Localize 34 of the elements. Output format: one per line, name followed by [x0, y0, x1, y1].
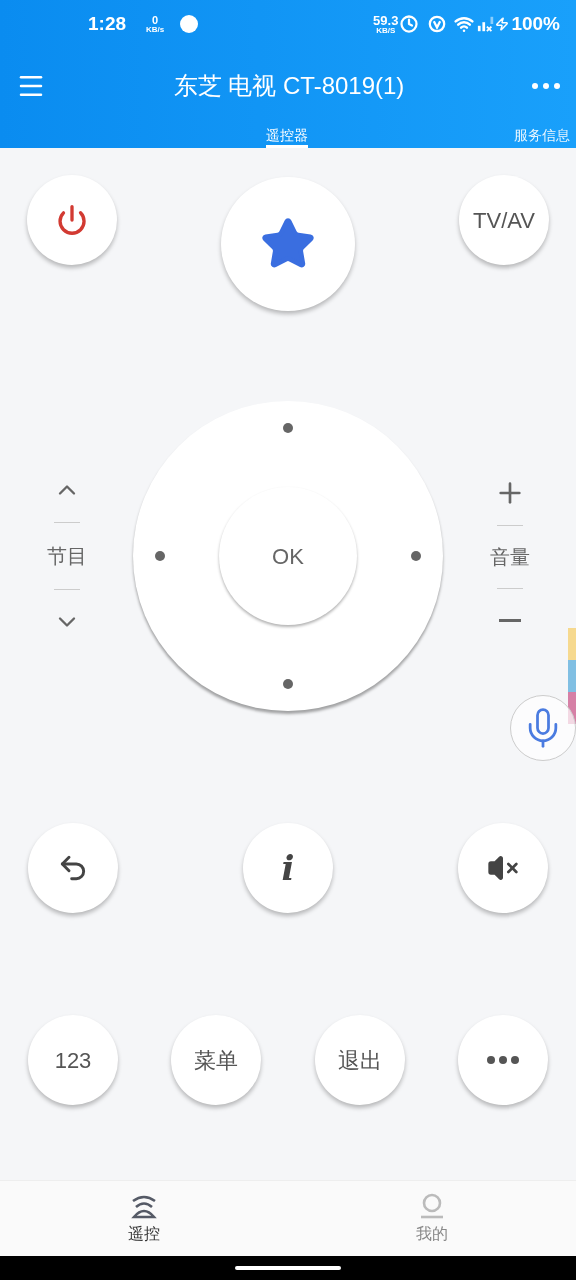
network-speed: 59.3: [373, 13, 399, 27]
remote-button[interactable]: 123: [28, 1015, 118, 1105]
nav-tab[interactable]: 我的: [288, 1181, 576, 1256]
direction-pad[interactable]: OK: [133, 401, 443, 711]
channel-label: 节目: [46, 544, 87, 569]
more-options-button[interactable]: [532, 83, 560, 89]
info-button[interactable]: i: [243, 823, 333, 913]
vpn-icon: [428, 15, 447, 33]
speed-unit: KB/s: [146, 25, 165, 34]
power-icon: [56, 204, 88, 236]
device-title: 东芝 电视 CT-8019(1): [172, 71, 406, 101]
status-time: 1:28: [88, 11, 127, 36]
more-icon: [532, 83, 560, 89]
network-speed: 0: [152, 14, 159, 26]
color-tab[interactable]: [568, 628, 576, 660]
remote-button[interactable]: TV/AV: [459, 175, 549, 265]
power-button[interactable]: [27, 175, 117, 265]
ok-button[interactable]: OK: [219, 487, 357, 625]
alarm-icon: [400, 15, 419, 33]
battery-level: 100%: [511, 11, 560, 36]
minus-icon: [498, 618, 521, 622]
more-icon: [487, 1056, 519, 1064]
wifi-icon: [454, 14, 475, 34]
profile-icon: [418, 1191, 446, 1220]
charging-icon: [495, 15, 510, 33]
color-tab[interactable]: [568, 660, 576, 692]
speed-unit: KB/S: [376, 26, 396, 35]
remote-button[interactable]: 退出: [314, 1015, 405, 1105]
nav-tab[interactable]: 遥控: [0, 1181, 288, 1256]
mute-button[interactable]: [458, 823, 548, 913]
volume-label: 音量: [489, 544, 530, 570]
remote-button[interactable]: 菜单: [171, 1015, 262, 1105]
signal-icon: [477, 15, 496, 33]
back-button[interactable]: [28, 823, 118, 913]
